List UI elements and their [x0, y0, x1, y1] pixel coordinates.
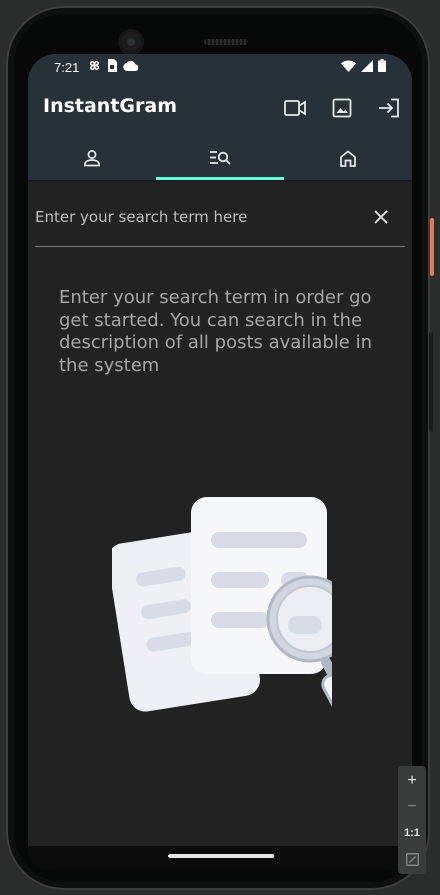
login-icon — [378, 98, 400, 118]
image-icon — [332, 98, 352, 118]
home-icon — [339, 149, 357, 167]
status-time: 7:21 — [54, 60, 80, 75]
tab-search[interactable] — [156, 136, 284, 180]
pinwheel-icon — [88, 59, 101, 72]
zoom-in-button[interactable]: + — [398, 769, 426, 793]
earpiece-speaker — [204, 39, 248, 45]
system-navigation-bar — [28, 846, 412, 870]
app-screen: 7:21 InstantGram Enter your search term … — [28, 54, 412, 870]
tab-profile[interactable] — [28, 136, 156, 180]
battery-icon — [378, 59, 386, 72]
clear-search-button[interactable] — [368, 204, 394, 230]
app-bar-shadow — [28, 180, 412, 183]
fit-screen-button[interactable] — [398, 847, 426, 871]
person-icon — [83, 149, 101, 167]
front-camera — [121, 32, 141, 52]
zoom-out-button[interactable]: − — [398, 795, 426, 819]
tab-home[interactable] — [284, 136, 412, 180]
documents-magnifier-illustration — [107, 494, 354, 719]
volume-button[interactable] — [429, 332, 433, 432]
search-list-icon — [209, 150, 231, 166]
sim-card-icon — [107, 59, 117, 72]
status-bar: 7:21 — [28, 54, 412, 80]
home-gesture-bar[interactable] — [168, 854, 274, 858]
app-bar: InstantGram — [28, 80, 412, 180]
power-button[interactable] — [430, 218, 434, 276]
cloud-icon — [123, 60, 138, 71]
login-button[interactable] — [373, 92, 405, 124]
emulator-zoom-panel: + − 1:1 — [398, 766, 426, 874]
actual-size-button[interactable]: 1:1 — [398, 821, 426, 845]
wifi-icon — [341, 60, 356, 72]
close-icon — [374, 210, 388, 224]
image-button[interactable] — [326, 92, 358, 124]
search-underline — [35, 246, 405, 247]
app-title: InstantGram — [43, 95, 178, 117]
empty-state-message: Enter your search term in order go get s… — [59, 287, 372, 376]
search-input[interactable] — [35, 206, 335, 228]
fit-screen-icon — [405, 852, 419, 866]
video-camera-button[interactable] — [279, 92, 311, 124]
signal-icon — [361, 59, 373, 72]
video-camera-icon — [284, 99, 306, 117]
